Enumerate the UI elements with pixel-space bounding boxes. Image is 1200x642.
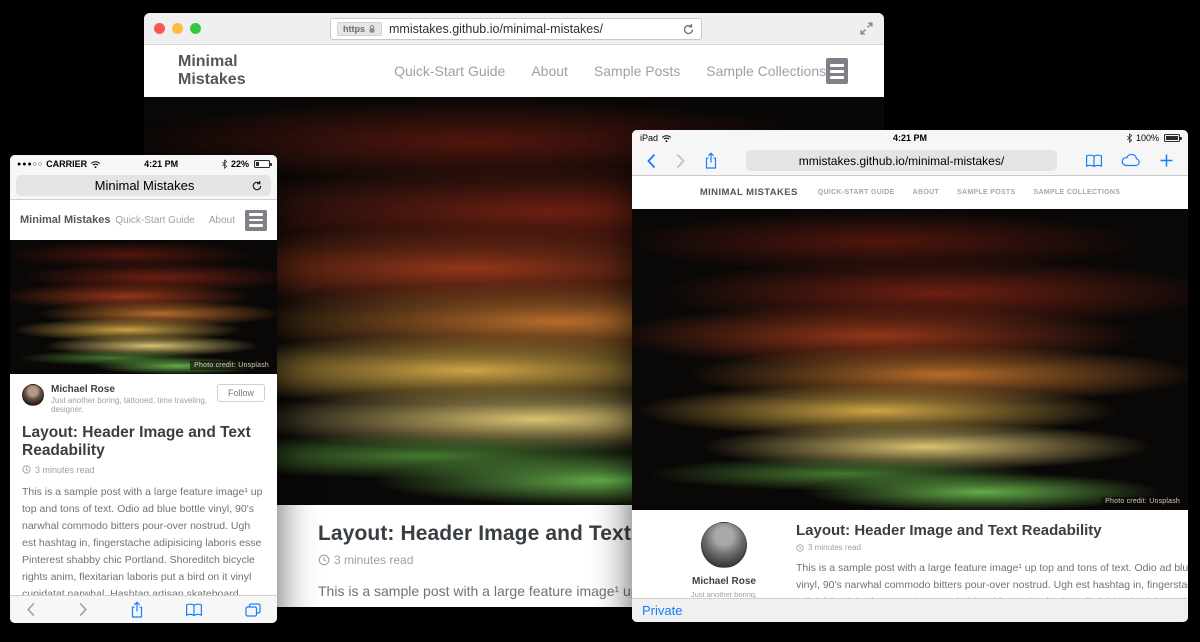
- share-icon[interactable]: [130, 601, 144, 619]
- follow-button[interactable]: Follow: [217, 384, 265, 402]
- bookmarks-icon[interactable]: [185, 603, 203, 617]
- close-window-button[interactable]: [154, 23, 165, 34]
- author-row: Michael Rose Just another boring, tattoo…: [22, 384, 265, 414]
- desktop-address-bar[interactable]: https mmistakes.github.io/minimal-mistak…: [330, 18, 702, 40]
- desktop-site-nav: Minimal Mistakes Quick-Start Guide About…: [144, 45, 884, 97]
- wifi-icon: [661, 134, 672, 143]
- read-time: 3 minutes read: [334, 553, 413, 567]
- iphone-url-row: Minimal Mistakes: [10, 173, 277, 200]
- iphone-article: Michael Rose Just another boring, tattoo…: [10, 374, 277, 595]
- reload-icon[interactable]: [682, 23, 695, 36]
- read-time: 3 minutes read: [35, 465, 95, 475]
- zoom-window-button[interactable]: [190, 23, 201, 34]
- bluetooth-icon: [221, 159, 228, 169]
- menu-hamburger-button[interactable]: [826, 58, 848, 84]
- author-bio: Just another boring, tattooed, time trav…: [51, 396, 210, 414]
- nav-link-about[interactable]: About: [531, 63, 568, 79]
- author-bio: Just another boring, tattooed,: [678, 590, 770, 598]
- composition-background: https mmistakes.github.io/minimal-mistak…: [0, 0, 1200, 642]
- iphone-status-bar: ●●●○○ CARRIER 4:21 PM 22%: [10, 155, 277, 173]
- bluetooth-icon: [1126, 133, 1133, 143]
- url-text: mmistakes.github.io/minimal-mistakes/: [389, 22, 675, 36]
- ipad-address-bar[interactable]: mmistakes.github.io/minimal-mistakes/: [746, 150, 1057, 171]
- author-avatar[interactable]: [22, 384, 44, 406]
- private-button[interactable]: Private: [642, 603, 682, 618]
- site-brand-link[interactable]: MINIMAL MISTAKES: [700, 187, 798, 198]
- author-sidebar: Michael Rose Just another boring, tattoo…: [678, 522, 770, 598]
- private-browsing-bar: Private: [632, 598, 1188, 622]
- nav-link-about[interactable]: About: [209, 215, 235, 226]
- iphone-address-bar[interactable]: Minimal Mistakes: [16, 175, 271, 196]
- battery-percent: 100%: [1136, 133, 1159, 143]
- battery-percent: 22%: [231, 159, 249, 169]
- new-tab-icon[interactable]: [1159, 153, 1174, 168]
- reload-icon[interactable]: [251, 180, 263, 192]
- https-badge: https: [337, 22, 382, 36]
- url-text: Minimal Mistakes: [24, 178, 251, 193]
- ipad-status-bar: iPad 4:21 PM 100%: [632, 130, 1188, 146]
- nav-link-sample-posts[interactable]: Sample Posts: [594, 63, 680, 79]
- article-title: Layout: Header Image and Text Readabilit…: [22, 424, 265, 460]
- article-body: This is a sample post with a large featu…: [22, 484, 265, 595]
- iphone-nav-links: Quick-Start Guide About: [115, 215, 235, 226]
- bookmarks-icon[interactable]: [1085, 154, 1103, 168]
- iphone-site-nav: Minimal Mistakes Quick-Start Guide About: [10, 200, 277, 240]
- desktop-nav-links: Quick-Start Guide About Sample Posts Sam…: [394, 63, 826, 79]
- menu-hamburger-button[interactable]: [245, 210, 267, 231]
- iphone-hero-image: Photo credit: Unsplash: [10, 240, 277, 374]
- author-name: Michael Rose: [678, 576, 770, 587]
- forward-button[interactable]: [78, 602, 88, 617]
- ipad-nav-links: QUICK-START GUIDE ABOUT SAMPLE POSTS SAM…: [818, 189, 1120, 196]
- ipad-site-nav: MINIMAL MISTAKES QUICK-START GUIDE ABOUT…: [632, 176, 1188, 209]
- back-button[interactable]: [26, 602, 36, 617]
- window-controls: [154, 23, 201, 34]
- ipad-article: Michael Rose Just another boring, tattoo…: [632, 510, 1188, 598]
- article-meta: 3 minutes read: [796, 543, 1188, 552]
- article-title: Layout: Header Image and Text Readabilit…: [796, 522, 1188, 539]
- clock-time: 4:21 PM: [101, 159, 221, 169]
- clock-icon: [22, 465, 31, 474]
- iphone-bottom-toolbar: [10, 595, 277, 623]
- iphone-browser-window: ●●●○○ CARRIER 4:21 PM 22% Minimal Mistak…: [10, 155, 277, 623]
- read-time: 3 minutes read: [808, 543, 861, 552]
- leaves-photo: Photo credit: Unsplash: [10, 240, 277, 374]
- desktop-title-bar: https mmistakes.github.io/minimal-mistak…: [144, 13, 884, 45]
- forward-button[interactable]: [675, 153, 686, 169]
- nav-link-about[interactable]: ABOUT: [913, 189, 939, 196]
- fullscreen-icon[interactable]: [859, 21, 874, 36]
- nav-link-sample-collections[interactable]: Sample Collections: [706, 63, 826, 79]
- author-avatar[interactable]: [701, 522, 747, 568]
- clock-icon: [796, 544, 804, 552]
- nav-link-sample-collections[interactable]: SAMPLE COLLECTIONS: [1033, 189, 1120, 196]
- wifi-icon: [90, 160, 101, 169]
- icloud-tabs-icon[interactable]: [1121, 154, 1141, 167]
- clock-icon: [318, 554, 330, 566]
- lock-icon: [368, 24, 376, 34]
- author-name: Michael Rose: [51, 384, 210, 395]
- leaves-photo: Photo credit: Unsplash: [632, 209, 1188, 510]
- signal-dots-icon: ●●●○○: [17, 161, 43, 168]
- battery-icon: [1164, 134, 1180, 142]
- clock-time: 4:21 PM: [760, 133, 1060, 143]
- battery-icon: [254, 160, 270, 168]
- site-brand-link[interactable]: Minimal Mistakes: [178, 53, 274, 89]
- nav-link-sample-posts[interactable]: SAMPLE POSTS: [957, 189, 1015, 196]
- back-button[interactable]: [646, 153, 657, 169]
- ipad-hero-image: Photo credit: Unsplash: [632, 209, 1188, 510]
- nav-link-quickstart[interactable]: QUICK-START GUIDE: [818, 189, 895, 196]
- photo-credit: Photo credit: Unsplash: [1101, 497, 1184, 506]
- site-brand-link[interactable]: Minimal Mistakes: [20, 214, 115, 226]
- share-icon[interactable]: [704, 152, 718, 170]
- tabs-icon[interactable]: [245, 603, 261, 617]
- article-body: This is a sample post with a large featu…: [796, 560, 1188, 598]
- nav-link-quickstart[interactable]: Quick-Start Guide: [115, 215, 194, 226]
- ipad-browser-window: iPad 4:21 PM 100%: [632, 130, 1188, 622]
- device-label: iPad: [640, 133, 658, 143]
- nav-link-quickstart[interactable]: Quick-Start Guide: [394, 63, 505, 79]
- carrier-label: CARRIER: [46, 159, 87, 169]
- photo-credit: Photo credit: Unsplash: [190, 361, 273, 370]
- minimize-window-button[interactable]: [172, 23, 183, 34]
- article-meta: 3 minutes read: [22, 465, 265, 475]
- ipad-browser-toolbar: mmistakes.github.io/minimal-mistakes/: [632, 146, 1188, 176]
